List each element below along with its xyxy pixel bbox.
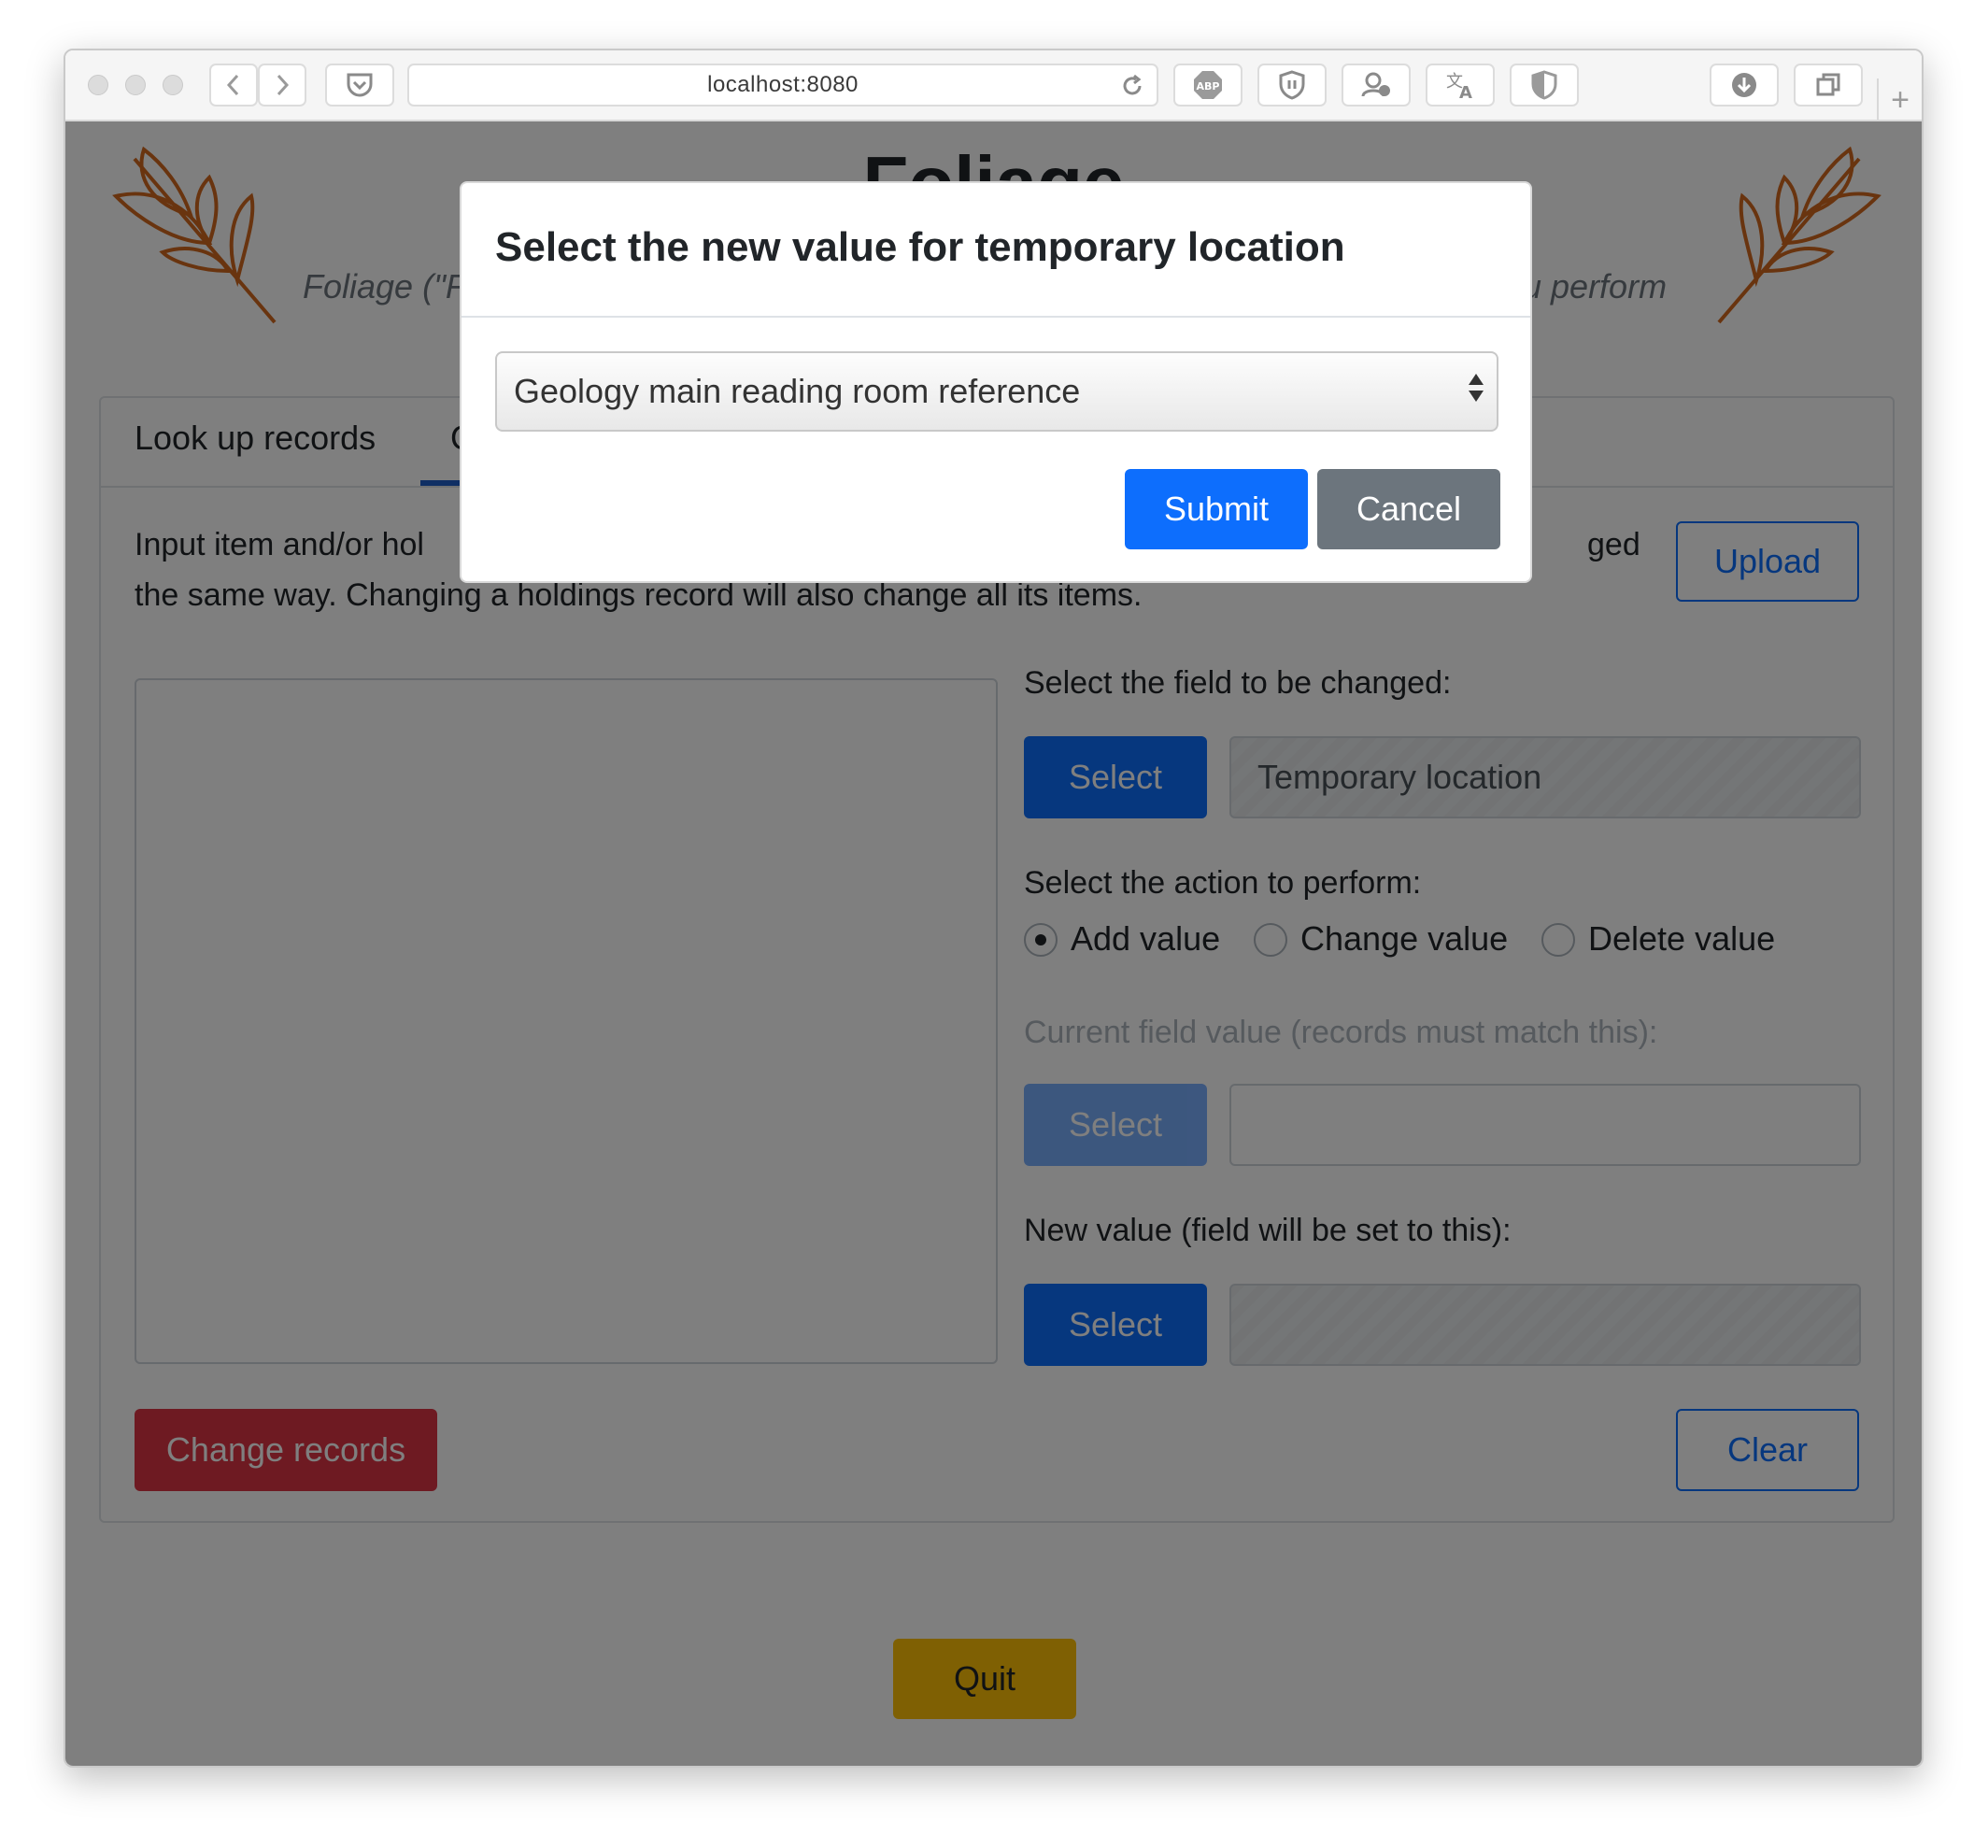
chevron-left-icon: [226, 74, 239, 96]
modal-header: Select the new value for temporary locat…: [462, 183, 1530, 318]
translate-button[interactable]: 文A: [1426, 64, 1495, 107]
extension-button[interactable]: [1342, 64, 1411, 107]
adblock-icon: ABP: [1194, 71, 1222, 99]
address-bar[interactable]: localhost:8080: [407, 64, 1158, 107]
zoom-window-dot[interactable]: [163, 75, 183, 95]
shield-icon: [1279, 70, 1305, 100]
half-shield-button[interactable]: [1510, 64, 1579, 107]
pocket-icon: [347, 73, 373, 97]
select-value-modal: Select the new value for temporary locat…: [460, 181, 1532, 583]
pocket-button[interactable]: [325, 64, 394, 107]
browser-window: localhost:8080 ABP 文A + Foliage: [64, 49, 1924, 1768]
submit-button[interactable]: Submit: [1125, 469, 1308, 549]
privacy-shield-button[interactable]: [1257, 64, 1327, 107]
plus-icon: +: [1891, 81, 1910, 118]
download-icon: [1732, 73, 1756, 97]
chevron-right-icon: [277, 74, 290, 96]
half-shield-icon: [1531, 70, 1557, 100]
url-text: localhost:8080: [707, 72, 859, 97]
downloads-button[interactable]: [1710, 64, 1779, 107]
translate-icon: 文A: [1446, 72, 1472, 100]
close-window-dot[interactable]: [88, 75, 108, 95]
forward-button[interactable]: [258, 64, 306, 107]
select-arrows-icon: [1469, 374, 1484, 402]
browser-toolbar: localhost:8080 ABP 文A +: [65, 50, 1922, 121]
selected-option: Geology main reading room reference: [514, 372, 1081, 410]
svg-text:A: A: [1459, 83, 1472, 100]
reload-icon[interactable]: [1119, 73, 1145, 106]
svg-text:ABP: ABP: [1197, 80, 1220, 92]
tabs-icon: [1816, 73, 1840, 96]
modal-title: Select the new value for temporary locat…: [495, 224, 1345, 270]
new-tab-button[interactable]: +: [1877, 78, 1922, 121]
cloud-user-icon: [1361, 72, 1390, 97]
back-button[interactable]: [209, 64, 258, 107]
minimize-window-dot[interactable]: [125, 75, 146, 95]
tabs-overview-button[interactable]: [1794, 64, 1863, 107]
location-select[interactable]: Geology main reading room reference: [495, 351, 1498, 432]
cancel-button[interactable]: Cancel: [1317, 469, 1500, 549]
adblock-button[interactable]: ABP: [1173, 64, 1242, 107]
